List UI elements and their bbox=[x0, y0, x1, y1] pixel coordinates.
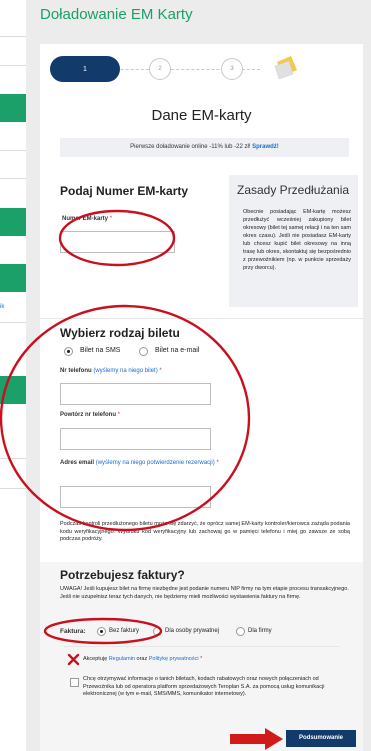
renewal-rules-text: Obecnie posiadając EM-kartę możesz przed… bbox=[243, 209, 351, 271]
invoice-heading: Potrzebujesz faktury? bbox=[60, 568, 185, 582]
ticket-sms-label[interactable]: Bilet na SMS bbox=[80, 347, 120, 354]
privacy-link[interactable]: Politykę prywatności bbox=[149, 656, 199, 662]
sidebar-item-green[interactable] bbox=[0, 94, 26, 122]
card-heading: Podaj Numer EM-karty bbox=[60, 184, 189, 198]
invoice-label: Faktura: bbox=[60, 628, 86, 635]
promo-link[interactable]: Sprawdź! bbox=[252, 144, 279, 150]
invoice-none-label[interactable]: Bez faktury bbox=[109, 628, 139, 634]
marketing-checkbox[interactable] bbox=[70, 678, 79, 687]
summary-button[interactable]: Podsumowanie bbox=[286, 730, 356, 747]
terms-and: oraz bbox=[136, 656, 148, 662]
sidebar-item-green[interactable] bbox=[0, 208, 26, 236]
phone-label-text: Nr telefonu bbox=[60, 368, 92, 374]
terms-prefix: Akceptuję bbox=[83, 656, 108, 662]
card-number-input[interactable] bbox=[60, 231, 175, 253]
page-title: Doładowanie EM Karty bbox=[40, 6, 193, 23]
sidebar-divider bbox=[0, 322, 26, 323]
sidebar-item-green[interactable] bbox=[0, 264, 26, 292]
invoice-warning: UWAGA! Jeśli kupujesz bilet na firmę nie… bbox=[60, 586, 349, 600]
invoice-company-label[interactable]: Dla firmy bbox=[248, 628, 272, 634]
section-title: Dane EM-karty bbox=[151, 107, 252, 124]
ticket-sms-radio[interactable] bbox=[64, 347, 73, 356]
required-mark: * bbox=[109, 216, 113, 222]
invoice-company-radio[interactable] bbox=[236, 627, 245, 636]
email-label-text: Adres email bbox=[60, 460, 95, 466]
sidebar-link[interactable]: ik bbox=[0, 304, 4, 310]
phone-repeat-label-text: Powtórz nr telefonu bbox=[60, 412, 116, 418]
section-divider bbox=[64, 646, 340, 647]
phone-hint: (wyślemy na niego bilet) bbox=[93, 368, 158, 374]
ticket-email-label[interactable]: Bilet na e-mail bbox=[155, 347, 199, 354]
promo-text: Pierwsze doładowanie online -11% lub -22… bbox=[130, 144, 251, 150]
left-sidebar: ik bbox=[0, 0, 26, 751]
sidebar-item-green[interactable] bbox=[0, 376, 26, 404]
invoice-private-radio[interactable] bbox=[153, 627, 162, 636]
marketing-consent-text: Chcę otrzymywać informacje o tanich bile… bbox=[83, 676, 325, 697]
required-mark: * bbox=[216, 460, 219, 466]
section-divider bbox=[40, 318, 363, 319]
invoice-private-label[interactable]: Dla osoby prywatnej bbox=[165, 628, 219, 634]
sidebar-divider bbox=[0, 150, 26, 151]
verification-note: Podczas kontroli przedłużonego biletu mo… bbox=[60, 521, 350, 542]
sidebar-divider bbox=[0, 36, 26, 37]
sidebar-divider bbox=[0, 488, 26, 489]
phone-repeat-input[interactable] bbox=[60, 428, 211, 450]
ticket-type-heading: Wybierz rodzaj biletu bbox=[60, 326, 180, 340]
promo-banner: Pierwsze doładowanie online -11% lub -22… bbox=[60, 138, 349, 157]
card-number-label: Numer EM-karty * bbox=[62, 216, 112, 222]
sidebar-divider bbox=[0, 65, 26, 66]
ticket-icon bbox=[274, 56, 297, 80]
required-mark: * bbox=[200, 656, 203, 662]
phone-input[interactable] bbox=[60, 383, 211, 405]
invoice-none-radio[interactable] bbox=[97, 627, 106, 636]
phone-repeat-label: Powtórz nr telefonu * bbox=[60, 412, 120, 418]
phone-label: Nr telefonu (wyślemy na niego bilet) * bbox=[60, 368, 162, 374]
renewal-rules-title: Zasady Przedłużania bbox=[237, 183, 350, 197]
step-3: 3 bbox=[221, 58, 243, 80]
step-1-active: 1 bbox=[50, 56, 120, 82]
email-input[interactable] bbox=[60, 486, 211, 508]
email-label: Adres email (wyślemy na niego potwierdze… bbox=[60, 459, 220, 467]
email-hint: (wyślemy na niego potwierdzenie rezerwac… bbox=[95, 460, 215, 466]
terms-consent-text: Akceptuję Regulamin oraz Politykę prywat… bbox=[83, 656, 202, 662]
sidebar-divider bbox=[0, 458, 26, 459]
sidebar-divider bbox=[0, 178, 26, 179]
required-mark: * bbox=[117, 412, 121, 418]
ticket-email-radio[interactable] bbox=[139, 347, 148, 356]
required-mark: * bbox=[159, 368, 162, 374]
step-2: 2 bbox=[149, 58, 171, 80]
terms-link[interactable]: Regulamin bbox=[109, 656, 135, 662]
card-number-label-text: Numer EM-karty bbox=[62, 216, 109, 222]
